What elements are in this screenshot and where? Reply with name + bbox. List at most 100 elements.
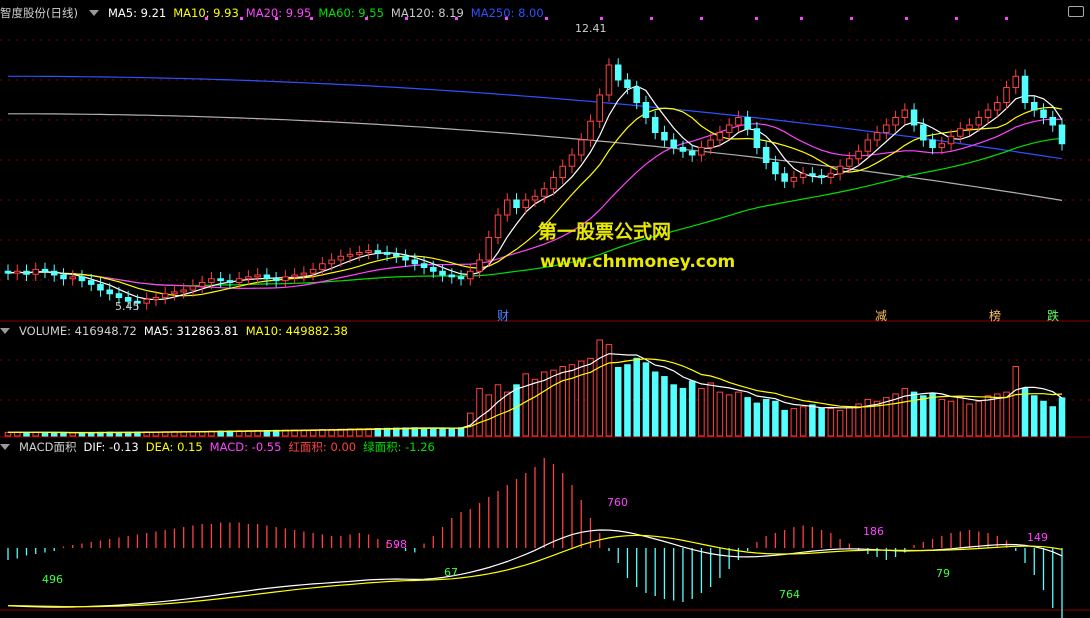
candle-up — [938, 143, 946, 148]
ma20-label: MA20: 9.95 — [245, 6, 312, 20]
candle-down — [614, 64, 622, 81]
candle-down — [781, 173, 788, 182]
candle-up — [467, 270, 474, 280]
volume-bar — [1003, 391, 1010, 437]
green-area-label: 绿面积: -1.26 — [363, 440, 435, 454]
macd-label: MACD: -0.55 — [209, 440, 282, 454]
volume-bar — [513, 384, 520, 437]
volume-bar — [1049, 406, 1057, 437]
macd-label-186: 186 — [863, 525, 884, 538]
volume-bar — [605, 344, 613, 437]
candle-down — [772, 162, 779, 175]
candle-up — [198, 282, 206, 287]
candle-down — [430, 267, 437, 272]
volume-bar — [707, 382, 714, 437]
candle-up — [328, 259, 335, 265]
candle-up — [180, 289, 187, 293]
kline-chart[interactable] — [0, 0, 1090, 618]
red-area-label: 红面积: 0.00 — [288, 440, 357, 454]
candle-down — [272, 278, 280, 282]
candle-down — [920, 124, 927, 141]
candle-down — [633, 87, 640, 103]
candle-down — [642, 102, 650, 118]
volume-bar — [1040, 400, 1047, 437]
volume-bar — [818, 408, 825, 437]
dif-label: DIF: -0.13 — [83, 440, 139, 454]
event-dot — [800, 17, 803, 20]
volume-bar — [957, 397, 964, 437]
candle-up — [957, 128, 964, 137]
volume-value: VOLUME: 416948.72 — [19, 324, 137, 338]
volume-bar — [624, 364, 631, 437]
candle-up — [984, 109, 992, 118]
candle-down — [910, 109, 918, 126]
candle-up — [966, 124, 973, 130]
candle-up — [855, 150, 862, 160]
candle-up — [13, 270, 21, 274]
candle-up — [975, 117, 983, 126]
volume-bar — [1012, 366, 1020, 437]
volume-bar — [994, 393, 1001, 437]
candle-up — [1003, 87, 1010, 103]
candle-up — [531, 195, 539, 201]
candle-up — [873, 132, 881, 141]
candle-up — [346, 253, 354, 257]
candle-up — [892, 117, 899, 126]
event-dot — [905, 17, 908, 20]
volume-bar — [984, 395, 992, 437]
volume-bar — [503, 391, 511, 437]
ma120-label: MA120: 8.19 — [390, 6, 464, 20]
volume-bar — [938, 398, 946, 437]
price-high-label: 12.41 — [575, 22, 607, 35]
candle-down — [688, 150, 696, 156]
candle-up — [596, 94, 603, 122]
candle-down — [448, 274, 456, 278]
candle-up — [32, 268, 40, 275]
candle-up — [254, 274, 261, 278]
candle-up — [947, 135, 955, 145]
candle-down — [263, 274, 271, 280]
event-dot — [850, 17, 853, 20]
event-marker-bang[interactable]: 榜 — [989, 307, 1001, 324]
volume-bar — [420, 427, 428, 437]
volume-bar — [688, 380, 696, 437]
candle-down — [1058, 124, 1066, 145]
candle-down — [115, 293, 123, 298]
volume-bar — [947, 400, 955, 437]
dropdown-icon[interactable] — [0, 444, 10, 450]
dropdown-icon[interactable] — [88, 10, 99, 16]
event-marker-die[interactable]: 跌 — [1047, 307, 1059, 324]
candle-up — [605, 64, 613, 96]
event-marker-cai[interactable]: 财 — [497, 307, 509, 324]
volume-bar — [762, 398, 770, 437]
macd-label-149: 149 — [1027, 531, 1048, 544]
candle-up — [356, 252, 363, 255]
candle-down — [1030, 102, 1038, 111]
candle-up — [69, 276, 76, 280]
candle-up — [901, 109, 909, 118]
candle-down — [661, 132, 668, 141]
candle-up — [587, 120, 594, 141]
volume-bar — [799, 406, 807, 437]
volume-ma5: MA5: 312863.81 — [143, 324, 239, 338]
candle-down — [1021, 75, 1029, 103]
candle-down — [670, 139, 677, 148]
volume-bar — [476, 387, 483, 437]
candle-down — [226, 280, 234, 283]
candle-up — [171, 291, 178, 295]
candle-down — [383, 252, 391, 255]
volume-bar — [485, 394, 493, 437]
stock-name[interactable]: 智度股份(日线) — [0, 5, 78, 21]
volume-bar — [716, 391, 724, 437]
candle-down — [762, 147, 770, 163]
window-button-icon[interactable] — [1068, 6, 1084, 17]
dropdown-icon[interactable] — [0, 328, 10, 334]
candle-up — [790, 177, 798, 182]
candle-up — [827, 173, 835, 178]
volume-bar — [522, 373, 530, 437]
volume-bar — [448, 428, 456, 437]
candle-down — [4, 270, 12, 274]
macd-label-764: 764 — [779, 588, 800, 601]
volume-bar — [568, 364, 576, 437]
event-marker-jian[interactable]: 减 — [875, 307, 887, 324]
